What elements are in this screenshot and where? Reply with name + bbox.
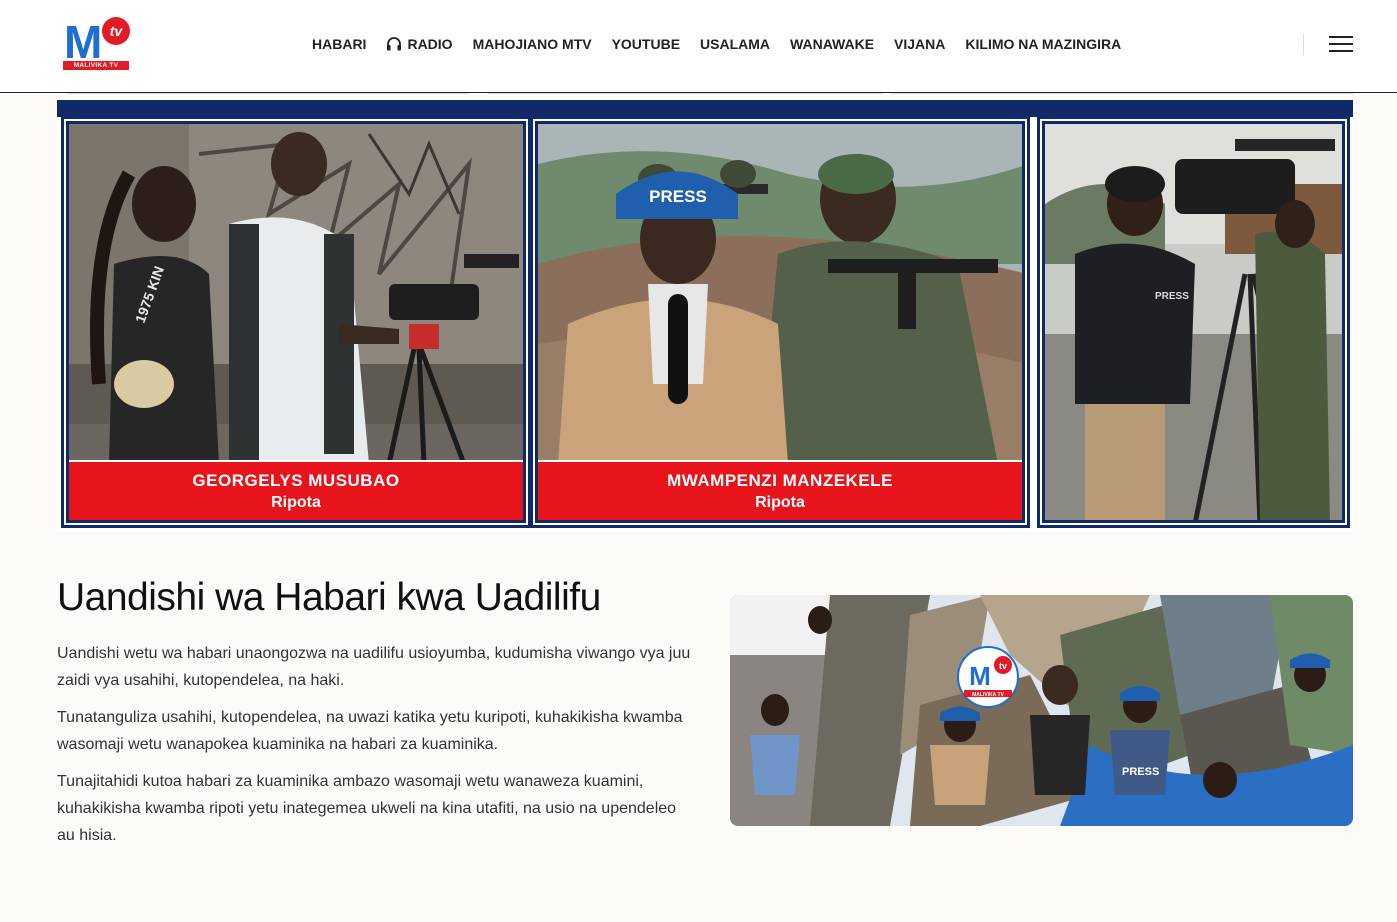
reporter-name-1: GEORGELYS MUSUBAO [192,471,400,490]
article-paragraph-3: Tunajitahidi kutoa habari za kuaminika a… [57,773,677,844]
collage-logo-badge: tv [999,661,1007,671]
journalists-collage-image: PRESS M tv MALIVIKA TV [730,595,1353,826]
nav-habari[interactable]: HABARI [312,33,366,55]
nav-youtube[interactable]: YOUTUBE [612,33,680,55]
nav-usalama[interactable]: USALAMA [700,33,770,55]
reporter-role-1: Ripota [271,494,321,511]
collage-logo-band: MALIVIKA TV [972,692,1004,698]
nav-habari-label: HABARI [312,36,367,52]
nav-vijana[interactable]: VIJANA [894,33,945,55]
reporter-panel-3: PRESS [1040,119,1347,525]
nav-usalama-label: USALAMA [700,36,771,52]
banner-top-bar [57,100,1353,117]
site-header: M tv MALIVIKA TV HABARI RADIO MAHOJIANO … [0,0,1397,93]
hamburger-menu-icon[interactable] [1329,36,1353,53]
collage-graphic: PRESS M tv MALIVIKA TV [730,595,1353,826]
article-paragraph-1: Uandishi wetu wa habari unaongozwa na ua… [57,645,691,689]
nav-kilimo-label: KILIMO NA MAZINGIRA [965,36,1122,52]
logo-letter: M [64,16,102,68]
reporters-banner: 1975 KIN GEORGELYS MUSUBAO Ripota PRESS … [57,100,1353,532]
helmet-press-text: PRESS [649,187,707,206]
collage-press-text: PRESS [1122,766,1159,778]
reporter-panel-2: PRESS MWAMPENZI MANZEKELE Ripota [533,119,1027,525]
vest-press-text: PRESS [1155,291,1189,302]
reporter-panel-1: 1975 KIN GEORGELYS MUSUBAO Ripota [64,119,528,525]
nav-kilimo[interactable]: KILIMO NA MAZINGIRA [965,33,1121,55]
nav-radio[interactable]: RADIO [386,33,453,55]
nav-youtube-label: YOUTUBE [611,36,681,52]
subnav-line [891,93,1353,94]
main-nav: HABARI RADIO MAHOJIANO MTV YOUTUBE USALA… [312,33,1141,55]
logo-tv-badge: tv [102,17,130,45]
reporter-name-2: MWAMPENZI MANZEKELE [667,471,893,490]
subnav-line [488,93,883,94]
nav-vijana-label: VIJANA [894,36,946,52]
reporter-caption-2: MWAMPENZI MANZEKELE Ripota [538,460,1022,520]
collage-logo-letter: M [969,661,991,691]
reporter-caption-1: GEORGELYS MUSUBAO Ripota [69,460,523,520]
nav-mahojiano-label: MAHOJIANO MTV [472,36,592,52]
headphones-icon [387,37,402,51]
article-title: Uandishi wa Habari kwa Uadilifu [57,576,601,619]
nav-wanawake-label: WANAWAKE [790,36,875,52]
nav-radio-label: RADIO [407,36,453,52]
article-paragraph-2: Tunatanguliza usahihi, kutopendelea, na … [57,709,683,753]
site-logo[interactable]: M tv MALIVIKA TV [62,17,130,71]
header-divider [1303,34,1304,55]
nav-mahojiano[interactable]: MAHOJIANO MTV [473,33,592,55]
subnav-line [68,93,468,94]
reporter-photo-3: PRESS [1045,124,1342,520]
logo-band: MALIVIKA TV [63,61,129,70]
nav-wanawake[interactable]: WANAWAKE [790,33,874,55]
reporter-role-2: Ripota [755,494,805,511]
